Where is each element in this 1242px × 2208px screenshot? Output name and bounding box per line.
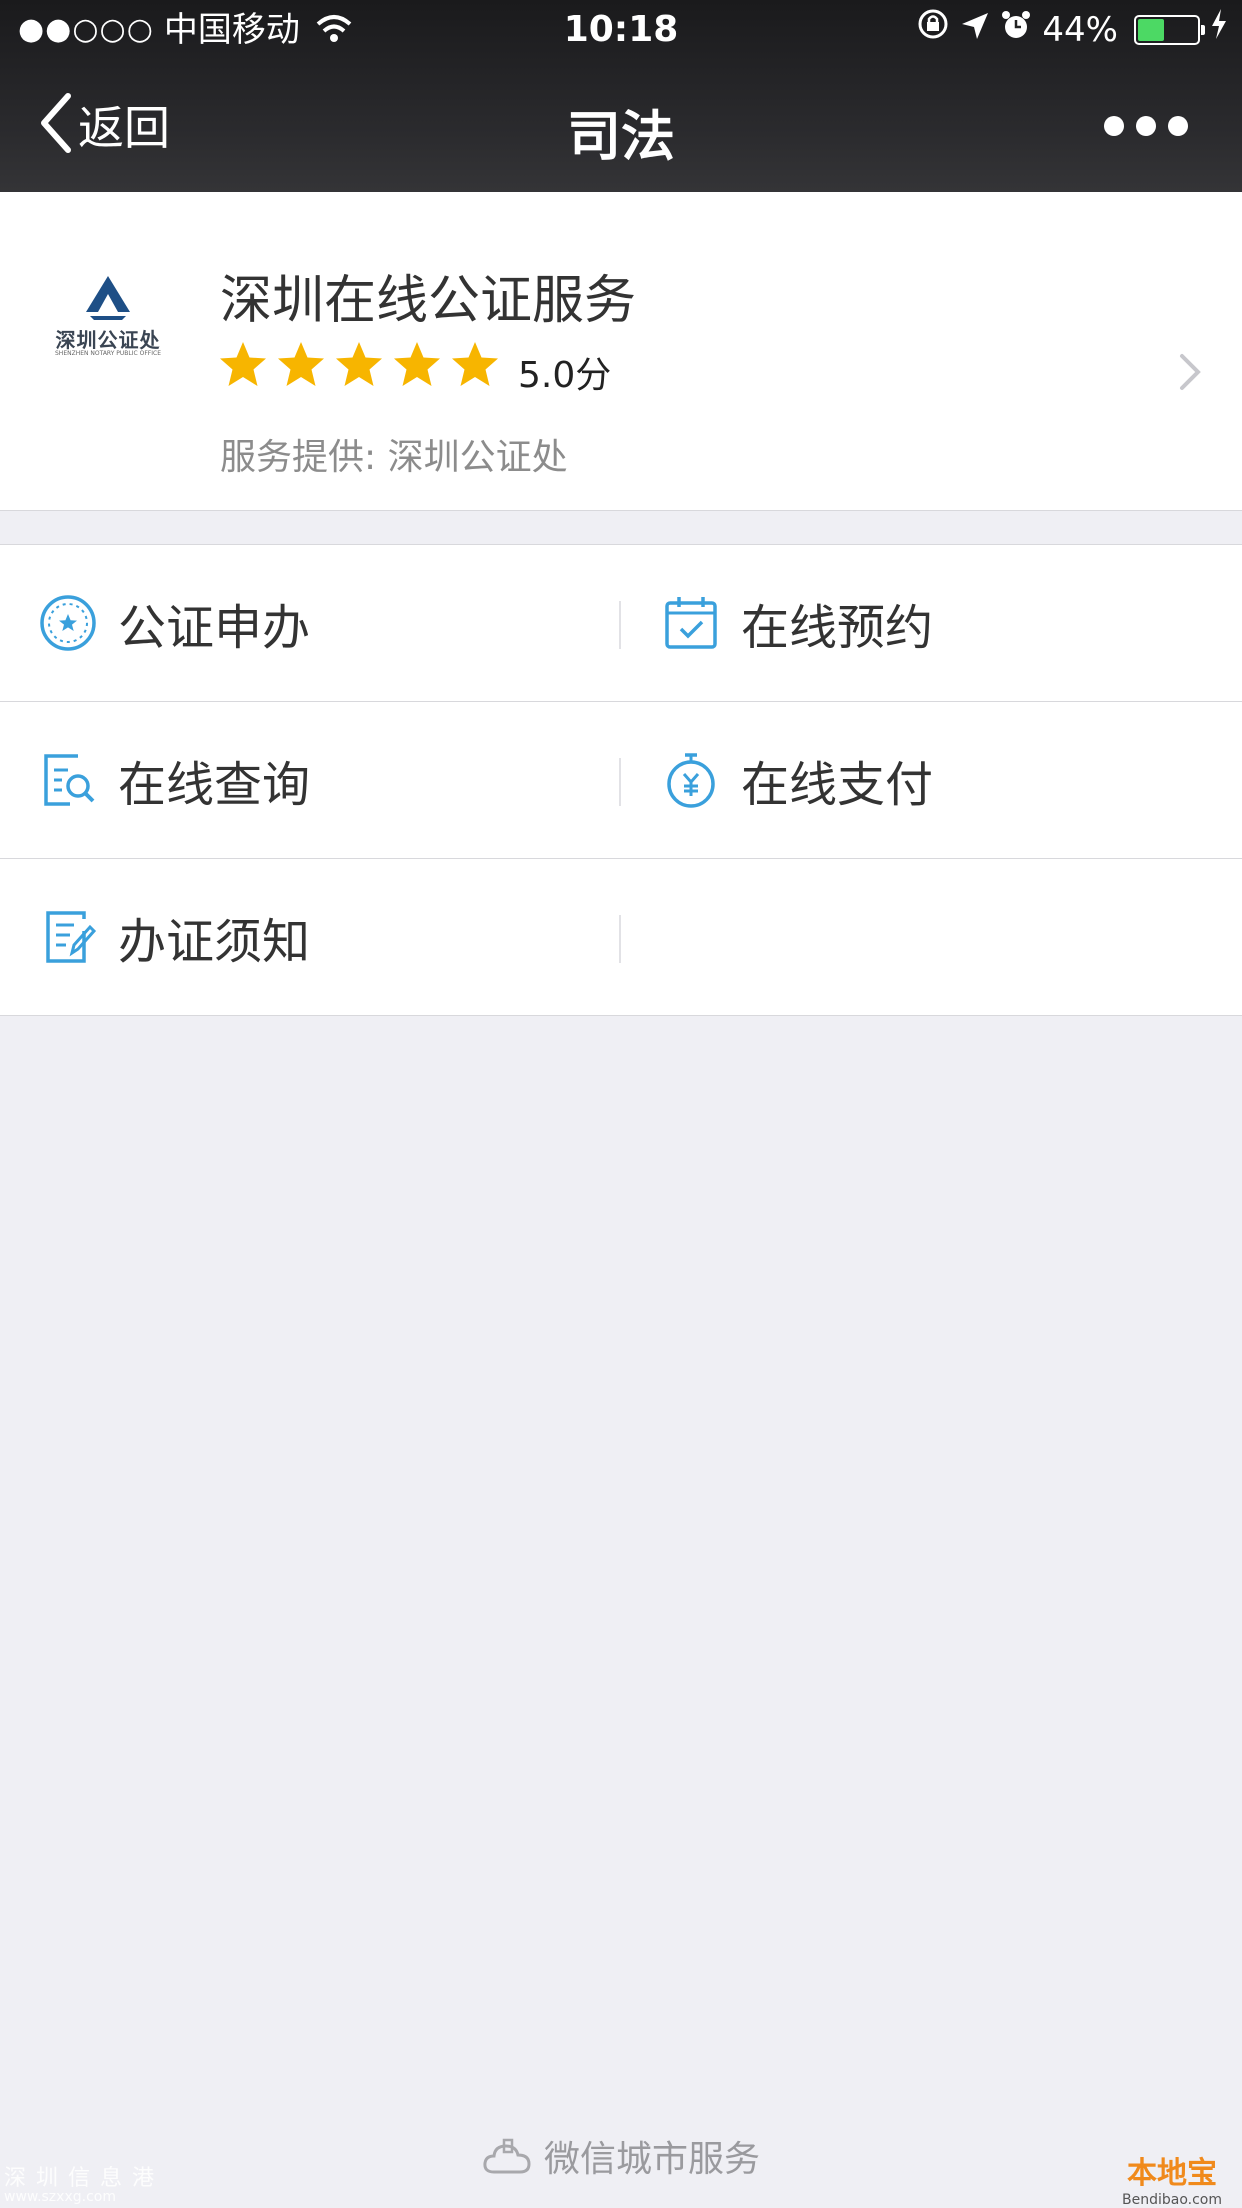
document-search-icon	[44, 754, 95, 806]
page-title: 司法	[567, 105, 675, 168]
menu-row: 在线查询 在线支付	[0, 702, 1242, 859]
star-icon	[452, 342, 498, 386]
menu-label: 公证申办	[118, 600, 311, 656]
star-icon	[336, 342, 382, 386]
location-icon	[960, 0, 990, 60]
orientation-lock-icon	[916, 0, 950, 60]
footer: 微信城市服务	[0, 2130, 1242, 2182]
city-cloud-icon	[483, 2138, 531, 2174]
provider-label: 服务提供:	[220, 437, 377, 478]
star-icon	[394, 342, 440, 386]
chevron-right-icon	[1178, 352, 1202, 396]
status-bar: ●●○○○ 中国移动 10:18 44%	[0, 0, 1242, 60]
battery-fill	[1138, 19, 1164, 41]
battery-icon	[1134, 15, 1205, 45]
yuan-timer-icon	[667, 753, 715, 808]
notary-apply-icon	[40, 595, 96, 651]
document-edit-icon	[46, 911, 97, 963]
divider	[619, 915, 621, 963]
star-icon	[220, 342, 266, 386]
footer-label: 微信城市服务	[543, 2139, 760, 2180]
star-icon	[278, 342, 324, 386]
service-title: 深圳在线公证服务	[220, 271, 637, 331]
watermark-right-url: Bendibao.com	[1121, 2192, 1222, 2208]
logo-subtext: SHENZHEN NOTARY PUBLIC OFFICE	[55, 350, 161, 357]
menu-label: 在线查询	[118, 757, 311, 813]
menu-item-online-query[interactable]: 在线查询	[0, 702, 621, 858]
menu-item-notary-apply[interactable]: 公证申办	[0, 545, 621, 701]
watermark-right: 本地宝 Bendibao.com	[1112, 2148, 1232, 2208]
service-menu: 公证申办 在线预约 在线查询 在线支付 办证须知	[0, 544, 1242, 1016]
menu-item-guide[interactable]: 办证须知	[0, 859, 621, 1015]
service-logo: 深圳公证处 SHENZHEN NOTARY PUBLIC OFFICE	[46, 272, 170, 362]
navigation-bar: 返回 司法	[0, 60, 1242, 192]
provider-name: 深圳公证处	[387, 437, 568, 478]
calendar-check-icon	[665, 597, 717, 649]
watermark-left: 深圳信息港 www.szxxg.com	[4, 2166, 165, 2206]
menu-label: 在线预约	[741, 600, 934, 656]
notary-logo-icon	[86, 276, 130, 320]
service-card[interactable]: 深圳公证处 SHENZHEN NOTARY PUBLIC OFFICE 深圳在线…	[0, 192, 1242, 511]
star-rating	[218, 340, 500, 390]
menu-row: 办证须知	[0, 859, 1242, 1016]
menu-item-online-booking[interactable]: 在线预约	[621, 545, 1242, 701]
service-provider: 服务提供: 深圳公证处	[220, 428, 568, 480]
watermark-right-text: 本地宝	[1127, 2156, 1217, 2191]
menu-item-online-payment[interactable]: 在线支付	[621, 702, 1242, 858]
alarm-icon	[1000, 0, 1032, 60]
menu-label: 在线支付	[741, 757, 934, 813]
top-bar: ●●○○○ 中国移动 10:18 44% 返回 司法	[0, 0, 1242, 192]
logo-text: 深圳公证处	[55, 328, 161, 352]
watermark-left-text: 深圳信息港	[4, 2166, 165, 2191]
more-dots-icon[interactable]	[1104, 116, 1188, 136]
menu-label: 办证须知	[118, 914, 311, 970]
menu-row: 公证申办 在线预约	[0, 545, 1242, 702]
rating-score: 5.0分	[518, 355, 612, 396]
battery-percent: 44%	[1042, 10, 1118, 50]
charging-icon	[1210, 0, 1228, 60]
